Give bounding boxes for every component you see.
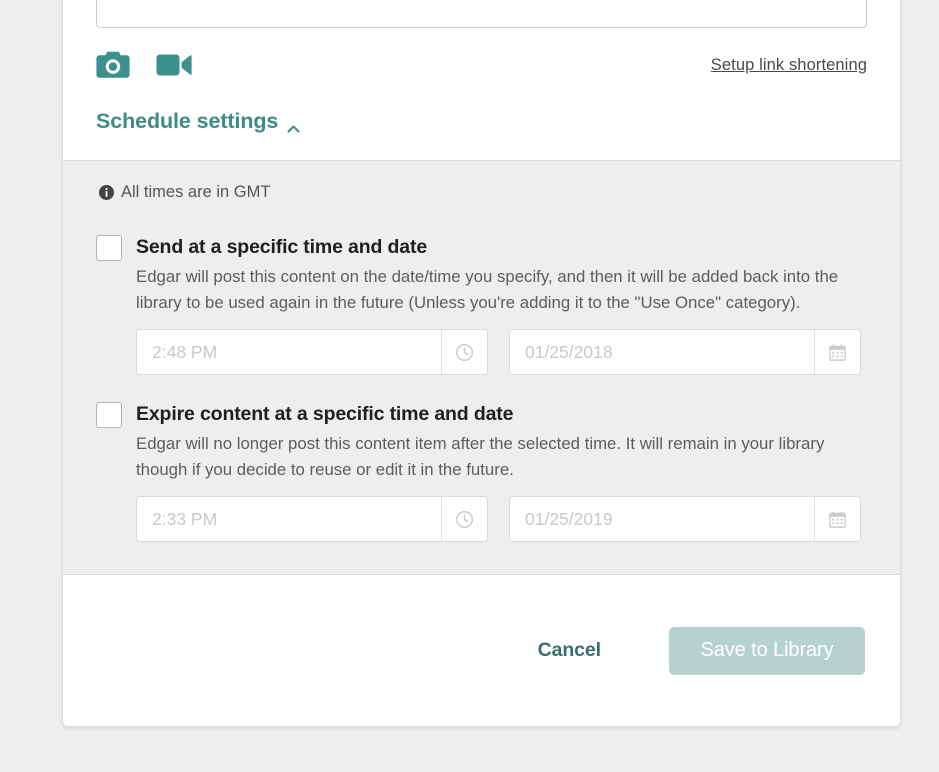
send-date-input[interactable]	[510, 330, 814, 374]
calendar-icon[interactable]	[814, 497, 860, 541]
expire-content-option: Expire content at a specific time and da…	[96, 401, 867, 542]
schedule-settings-label: Schedule settings	[96, 109, 279, 133]
expire-time-input-group	[136, 496, 488, 542]
clock-icon[interactable]	[441, 497, 487, 541]
send-time-input[interactable]	[137, 330, 441, 374]
modal-footer: Cancel Save to Library	[63, 575, 900, 726]
post-text-area[interactable]	[96, 0, 867, 28]
calendar-icon[interactable]	[814, 330, 860, 374]
camera-icon[interactable]	[96, 51, 130, 79]
schedule-settings-toggle[interactable]: Schedule settings	[96, 109, 300, 160]
info-circle-icon	[99, 185, 114, 200]
send-at-specific-time-checkbox[interactable]	[96, 235, 122, 261]
expire-content-fields	[136, 496, 867, 542]
media-and-link-row: Setup link shortening	[96, 43, 867, 87]
send-at-specific-time-description: Edgar will post this content on the date…	[136, 267, 839, 312]
send-at-specific-time-fields	[136, 329, 867, 375]
modal-page: Setup link shortening Schedule settings	[0, 0, 939, 772]
media-icon-group	[96, 51, 192, 79]
send-at-specific-time-option: Send at a specific time and date Edgar w…	[96, 234, 867, 375]
content-composer-modal: Setup link shortening Schedule settings	[62, 0, 901, 727]
video-camera-icon[interactable]	[156, 52, 192, 78]
expire-content-header: Expire content at a specific time and da…	[96, 401, 867, 428]
send-at-specific-time-label: Send at a specific time and date	[136, 236, 428, 258]
send-date-input-group	[509, 329, 861, 375]
cancel-button[interactable]: Cancel	[532, 638, 607, 663]
send-at-specific-time-header: Send at a specific time and date	[96, 234, 867, 261]
timezone-note-text: All times are in GMT	[121, 183, 271, 201]
timezone-note: All times are in GMT	[99, 183, 867, 202]
save-to-library-button[interactable]: Save to Library	[669, 626, 865, 675]
expire-date-input[interactable]	[510, 497, 814, 541]
compose-section: Setup link shortening Schedule settings	[63, 0, 900, 160]
expire-content-checkbox[interactable]	[96, 402, 122, 428]
chevron-up-icon	[287, 117, 300, 133]
expire-date-input-group	[509, 496, 861, 542]
schedule-settings-panel: All times are in GMT Send at a specific …	[63, 160, 900, 575]
expire-content-description: Edgar will no longer post this content i…	[136, 434, 825, 479]
setup-link-shortening-link[interactable]: Setup link shortening	[711, 56, 867, 75]
send-time-input-group	[136, 329, 488, 375]
expire-time-input[interactable]	[137, 497, 441, 541]
expire-content-label: Expire content at a specific time and da…	[136, 403, 514, 425]
clock-icon[interactable]	[441, 330, 487, 374]
